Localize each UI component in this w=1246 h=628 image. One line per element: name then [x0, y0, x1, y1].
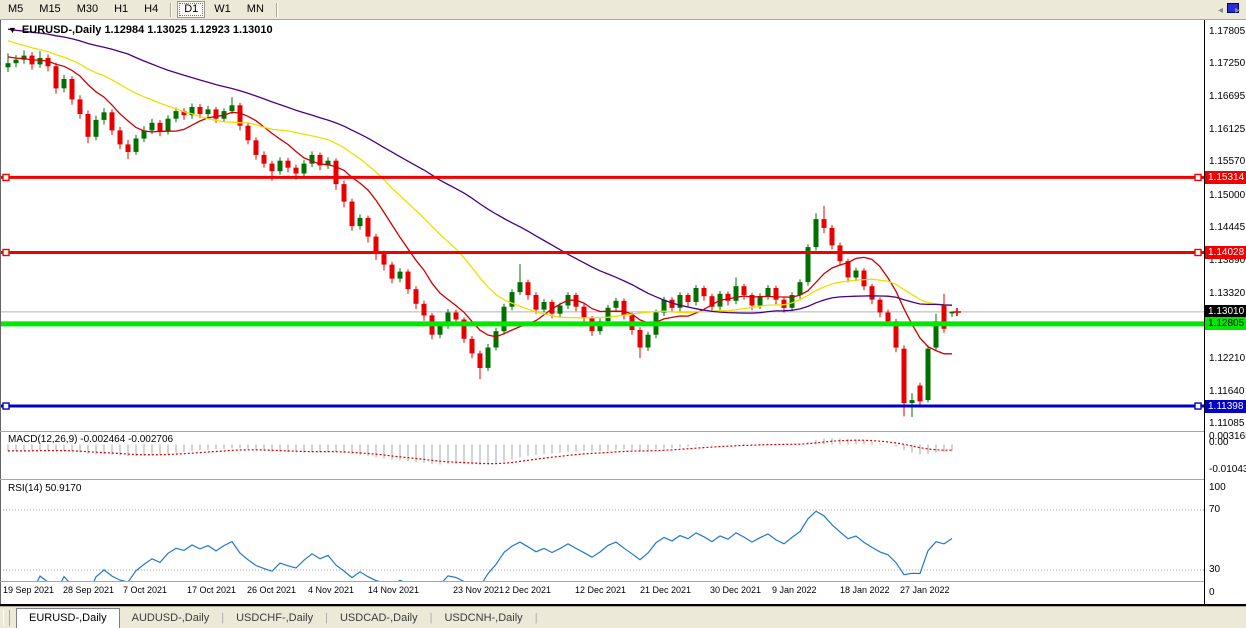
date-tick: 4 Nov 2021	[308, 585, 354, 595]
price-tick: 1.11640	[1209, 386, 1244, 397]
date-tick: 30 Dec 2021	[710, 585, 761, 595]
price-tick: 1.17805	[1209, 26, 1245, 37]
price-tick: 1.16125	[1209, 124, 1245, 135]
hline-anchor[interactable]	[3, 403, 9, 409]
price-tick: 1.14445	[1209, 222, 1245, 233]
hline-anchor[interactable]	[3, 250, 9, 256]
chart-marker-icon: ▼	[8, 26, 17, 35]
macd-axis-label: 0.00	[1209, 437, 1228, 448]
moving-average-9	[8, 57, 952, 354]
chart-tab-eurusddaily[interactable]: EURUSD-,Daily	[16, 608, 120, 628]
date-tick: 28 Sep 2021	[63, 585, 114, 595]
price-badge-1.11398: 1.11398	[1205, 400, 1246, 413]
candles	[6, 50, 955, 417]
tab-scroll-left-icon[interactable]: ◂	[1218, 5, 1223, 16]
toolbar-separator	[276, 3, 278, 17]
price-tick: 1.12210	[1209, 353, 1245, 364]
price-badge-1.12805: 1.12805	[1205, 317, 1246, 330]
chart-tab-audusddaily[interactable]: AUDUSD-,Daily	[120, 610, 222, 626]
main-price-panel[interactable]	[0, 29, 1204, 417]
tab-separator: |	[535, 612, 538, 624]
rsi-axis-label: 30	[1209, 564, 1220, 575]
hline-anchor[interactable]	[1195, 403, 1201, 409]
rsi-line	[8, 511, 952, 615]
chart-tab-usdcaddaily[interactable]: USDCAD-,Daily	[328, 610, 430, 626]
date-tick: 14 Nov 2021	[368, 585, 419, 595]
chart-canvas[interactable]	[0, 0, 1246, 628]
date-tick: 12 Dec 2021	[575, 585, 626, 595]
timeframe-button-H4[interactable]: H4	[137, 1, 165, 18]
tab-scroll-arrows: ◂ ▸	[1218, 5, 1240, 16]
macd-indicator-label: MACD(12,26,9) -0.002464 -0.002706	[8, 434, 173, 445]
rsi-axis-label: 0	[1209, 587, 1215, 598]
date-tick: 23 Nov 2021	[453, 585, 504, 595]
timeframe-button-H1[interactable]: H1	[107, 1, 135, 18]
price-tick: 1.11085	[1209, 418, 1244, 429]
timeframe-button-W1[interactable]: W1	[207, 1, 238, 18]
price-tick: 1.16695	[1209, 91, 1245, 102]
date-tick: 26 Oct 2021	[247, 585, 296, 595]
hline-anchor[interactable]	[1195, 250, 1201, 256]
chart-tab-bar: EURUSD-,DailyAUDUSD-,Daily | USDCHF-,Daily…	[0, 606, 1246, 628]
rsi-axis-label: 70	[1209, 504, 1220, 515]
macd-axis-label: -0.010431	[1209, 464, 1246, 475]
rsi-indicator-label: RSI(14) 50.9170	[8, 483, 81, 494]
rsi-panel[interactable]	[0, 510, 1204, 615]
tab-bar-grip	[3, 610, 10, 626]
timeframe-button-MN[interactable]: MN	[240, 1, 271, 18]
toolbar-separator	[170, 3, 172, 17]
date-tick: 18 Jan 2022	[840, 585, 890, 595]
date-tick: 9 Jan 2022	[772, 585, 817, 595]
date-tick: 17 Oct 2021	[187, 585, 236, 595]
price-badge-1.14028: 1.14028	[1205, 246, 1246, 259]
timeframe-button-M15[interactable]: M15	[32, 1, 67, 18]
timeframe-button-D1[interactable]: D1	[177, 1, 205, 18]
date-tick: 19 Sep 2021	[3, 585, 54, 595]
price-badge-1.15314: 1.15314	[1205, 171, 1246, 184]
timeframe-toolbar: M5M15M30H1H4 D1W1MN	[0, 0, 1246, 20]
mt4-chart-window: M5M15M30H1H4 D1W1MN ▼ EURUSD-,Daily 1.129…	[0, 0, 1246, 628]
timeframe-button-M5[interactable]: M5	[1, 1, 30, 18]
price-tick: 1.15000	[1209, 190, 1245, 201]
hline-anchor[interactable]	[3, 174, 9, 180]
price-tick: 1.13320	[1209, 288, 1245, 299]
tab-scroll-right-icon[interactable]: ▸	[1235, 5, 1240, 16]
date-tick: 2 Dec 2021	[505, 585, 551, 595]
date-tick: 7 Oct 2021	[123, 585, 167, 595]
price-tick: 1.15570	[1209, 156, 1245, 167]
chart-title: ▼ EURUSD-,Daily 1.12984 1.13025 1.12923 …	[8, 24, 273, 36]
price-tick: 1.17250	[1209, 58, 1245, 69]
chart-title-text: EURUSD-,Daily 1.12984 1.13025 1.12923 1.…	[22, 24, 273, 36]
date-tick: 21 Dec 2021	[640, 585, 691, 595]
date-tick: 27 Jan 2022	[900, 585, 950, 595]
hline-anchor[interactable]	[1195, 174, 1201, 180]
chart-tab-usdcnhdaily[interactable]: USDCNH-,Daily	[432, 610, 534, 626]
timeframe-button-M30[interactable]: M30	[70, 1, 105, 18]
chart-tab-usdchfdaily[interactable]: USDCHF-,Daily	[224, 610, 325, 626]
price-cross-icon	[953, 308, 961, 316]
rsi-axis-label: 100	[1209, 482, 1226, 493]
